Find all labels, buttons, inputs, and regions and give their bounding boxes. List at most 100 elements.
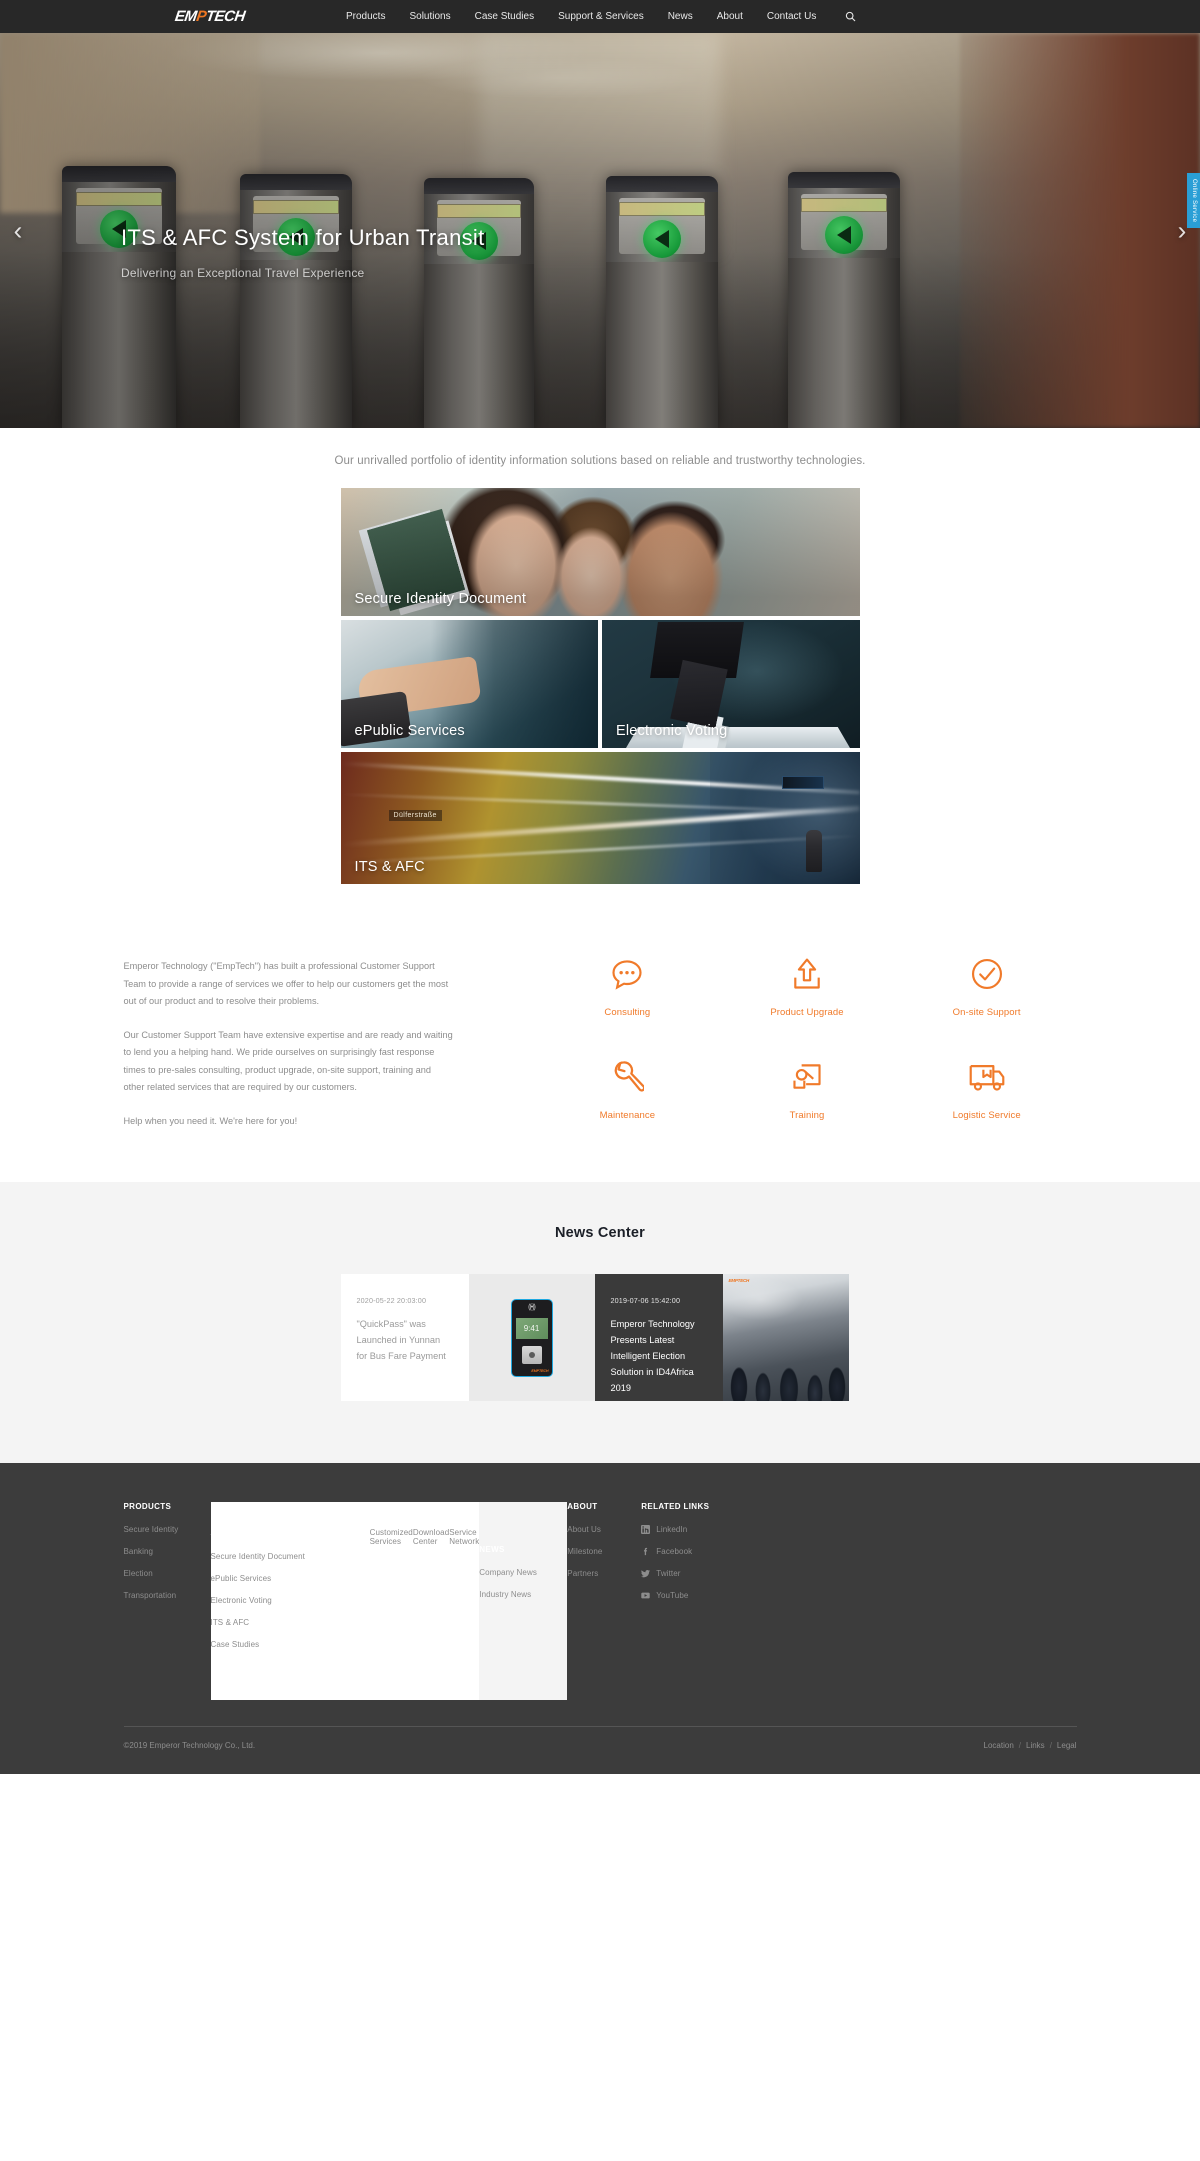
solution-tile-epublic-services[interactable]: ePublic Services: [340, 620, 598, 748]
tile-label: Electronic Voting: [616, 723, 728, 739]
site-header: EMPTECH Products Solutions Case Studies …: [0, 0, 1200, 33]
nav-item-news[interactable]: News: [656, 0, 705, 33]
hero-subtitle: Delivering an Exceptional Travel Experie…: [121, 266, 365, 280]
chat-bubble-icon: [609, 952, 645, 996]
news-card-id4africa[interactable]: 2019-07-06 15:42:00 Emperor Technology P…: [594, 1274, 849, 1401]
footer-link[interactable]: ITS & AFC: [211, 1618, 327, 1627]
main-navigation: Products Solutions Case Studies Support …: [334, 0, 858, 33]
footer-link[interactable]: Secure Identity Document: [211, 1552, 327, 1561]
solutions-section: Our unrivalled portfolio of identity inf…: [0, 428, 1200, 922]
legal-links: Location / Links / Legal: [984, 1741, 1077, 1750]
news-thumbnail-expo: EMPTECH: [722, 1274, 849, 1401]
site-logo[interactable]: EMPTECH: [174, 7, 247, 27]
footer-column-products: PRODUCTS Secure Identity Banking Electio…: [124, 1502, 211, 1700]
news-card-list: 2020-05-22 20:03:00 "QuickPass" was Laun…: [340, 1274, 860, 1401]
news-thumbnail-device: ((•)) 9:41 EMPTECH: [468, 1274, 595, 1401]
footer-column-title: ABOUT: [567, 1502, 598, 1511]
solutions-tile-grid: Secure Identity Document ePublic Service…: [340, 488, 860, 884]
news-card-body: 2019-07-06 15:42:00 Emperor Technology P…: [594, 1274, 723, 1401]
service-label: On-site Support: [952, 1007, 1021, 1018]
footer-column-title: RELATED LINKS: [641, 1502, 710, 1511]
support-paragraph: Emperor Technology ("EmpTech") has built…: [123, 961, 449, 1006]
solutions-tagline: Our unrivalled portfolio of identity inf…: [334, 455, 866, 467]
footer-link[interactable]: Industry News: [479, 1590, 567, 1599]
footer-column-title: PRODUCTS: [123, 1502, 172, 1511]
service-label: Logistic Service: [952, 1110, 1021, 1121]
nfc-wave-icon: ((•)): [528, 1303, 536, 1311]
solution-tile-secure-identity-document[interactable]: Secure Identity Document: [340, 488, 860, 616]
logo-suffix: TECH: [204, 8, 247, 25]
service-item-product-upgrade[interactable]: Product Upgrade: [717, 952, 897, 1027]
footer-bottom-bar: ©2019 Emperor Technology Co., Ltd. Locat…: [123, 1726, 1077, 1774]
news-card-body: 2020-05-22 20:03:00 "QuickPass" was Laun…: [340, 1274, 469, 1401]
support-paragraph: Our Customer Support Team have extensive…: [123, 1029, 453, 1093]
service-item-maintenance[interactable]: Maintenance: [538, 1055, 718, 1130]
footer-column-related-links: RELATED LINKS LinkedIn Facebook Twitter: [641, 1502, 1076, 1700]
footer-column-support-services: SUPPORT & SERVICES Customized Services D…: [326, 1502, 480, 1700]
service-item-logistic-service[interactable]: Logistic Service: [897, 1055, 1077, 1130]
support-paragraph: Help when you need it. We're here for yo…: [123, 1115, 298, 1126]
legal-separator: /: [1049, 1741, 1052, 1750]
news-center-section: News Center 2020-05-22 20:03:00 "QuickPa…: [0, 1182, 1200, 1463]
footer-link[interactable]: Service Network: [449, 1528, 479, 1635]
news-date: 2019-07-06 15:42:00: [610, 1296, 681, 1305]
nav-item-support-services[interactable]: Support & Services: [546, 0, 656, 33]
footer-link[interactable]: About Us: [567, 1525, 641, 1534]
device-brand-logo: EMPTECH: [531, 1368, 549, 1373]
station-sign: Dülferstraße: [388, 810, 442, 821]
nav-item-contact-us[interactable]: Contact Us: [755, 0, 828, 33]
footer-link-label: Twitter: [656, 1569, 681, 1578]
upload-icon: [790, 952, 824, 996]
carousel-prev-arrow[interactable]: ‹: [5, 215, 31, 246]
footer-link[interactable]: Download Center: [413, 1528, 449, 1635]
legal-link-links[interactable]: Links: [1026, 1741, 1045, 1750]
solution-tile-electronic-voting[interactable]: Electronic Voting: [602, 620, 860, 748]
service-label: Product Upgrade: [770, 1007, 844, 1018]
hero-carousel: ITS & AFC System for Urban Transit Deliv…: [0, 33, 1200, 428]
bus-validator-device: ((•)) 9:41 EMPTECH: [510, 1298, 553, 1377]
footer-link[interactable]: Election: [124, 1569, 211, 1578]
wrench-icon: [610, 1055, 645, 1099]
footer-link[interactable]: Electronic Voting: [211, 1596, 327, 1605]
service-item-on-site-support[interactable]: On-site Support: [897, 952, 1077, 1027]
legal-separator: /: [1018, 1741, 1021, 1750]
footer-link[interactable]: Customized Services: [370, 1528, 413, 1635]
check-circle-icon: [969, 952, 1005, 996]
online-service-tab[interactable]: Online Service: [1187, 173, 1200, 228]
footer-link[interactable]: Company News: [479, 1568, 567, 1577]
footer-link[interactable]: Transportation: [124, 1591, 211, 1600]
legal-link-legal[interactable]: Legal: [1057, 1741, 1077, 1750]
footer-link[interactable]: Banking: [124, 1547, 211, 1556]
solution-tile-its-afc[interactable]: Dülferstraße ITS & AFC: [340, 752, 860, 884]
footer-social-youtube[interactable]: YouTube: [641, 1591, 1076, 1600]
footer-social-twitter[interactable]: Twitter: [641, 1569, 1076, 1578]
news-date: 2020-05-22 20:03:00: [356, 1296, 427, 1305]
facebook-icon: [641, 1547, 650, 1556]
service-item-consulting[interactable]: Consulting: [538, 952, 718, 1027]
legal-link-location[interactable]: Location: [984, 1741, 1014, 1750]
footer-link[interactable]: Partners: [567, 1569, 641, 1578]
service-label: Training: [789, 1110, 825, 1121]
nav-item-products[interactable]: Products: [334, 0, 397, 33]
linkedin-icon: [641, 1525, 651, 1534]
footer-column-title: SUPPORT & SERVICES: [326, 1528, 370, 1555]
service-label: Consulting: [604, 1007, 651, 1018]
nav-item-solutions[interactable]: Solutions: [397, 0, 462, 33]
copyright-text: ©2019 Emperor Technology Co., Ltd.: [123, 1741, 256, 1750]
news-card-quickpass[interactable]: 2020-05-22 20:03:00 "QuickPass" was Laun…: [340, 1274, 595, 1401]
solutions-tile-row: ePublic Services Electronic Voting: [340, 620, 860, 748]
footer-link[interactable]: ePublic Services: [211, 1574, 327, 1583]
nav-item-about[interactable]: About: [705, 0, 755, 33]
footer-link[interactable]: Milestone: [567, 1547, 641, 1556]
footer-link[interactable]: Secure Identity: [124, 1525, 211, 1534]
expo-banner-logo: EMPTECH: [728, 1278, 750, 1283]
footer-social-linkedin[interactable]: LinkedIn: [641, 1525, 1076, 1534]
footer-social-facebook[interactable]: Facebook: [641, 1547, 1076, 1556]
twitter-icon: [641, 1569, 651, 1578]
nav-item-case-studies[interactable]: Case Studies: [463, 0, 546, 33]
footer-column-title: NEWS: [479, 1545, 505, 1554]
service-label: Maintenance: [599, 1110, 656, 1121]
search-icon[interactable]: [842, 9, 858, 25]
footer-link[interactable]: Case Studies: [211, 1640, 327, 1649]
service-item-training[interactable]: Training: [717, 1055, 897, 1130]
